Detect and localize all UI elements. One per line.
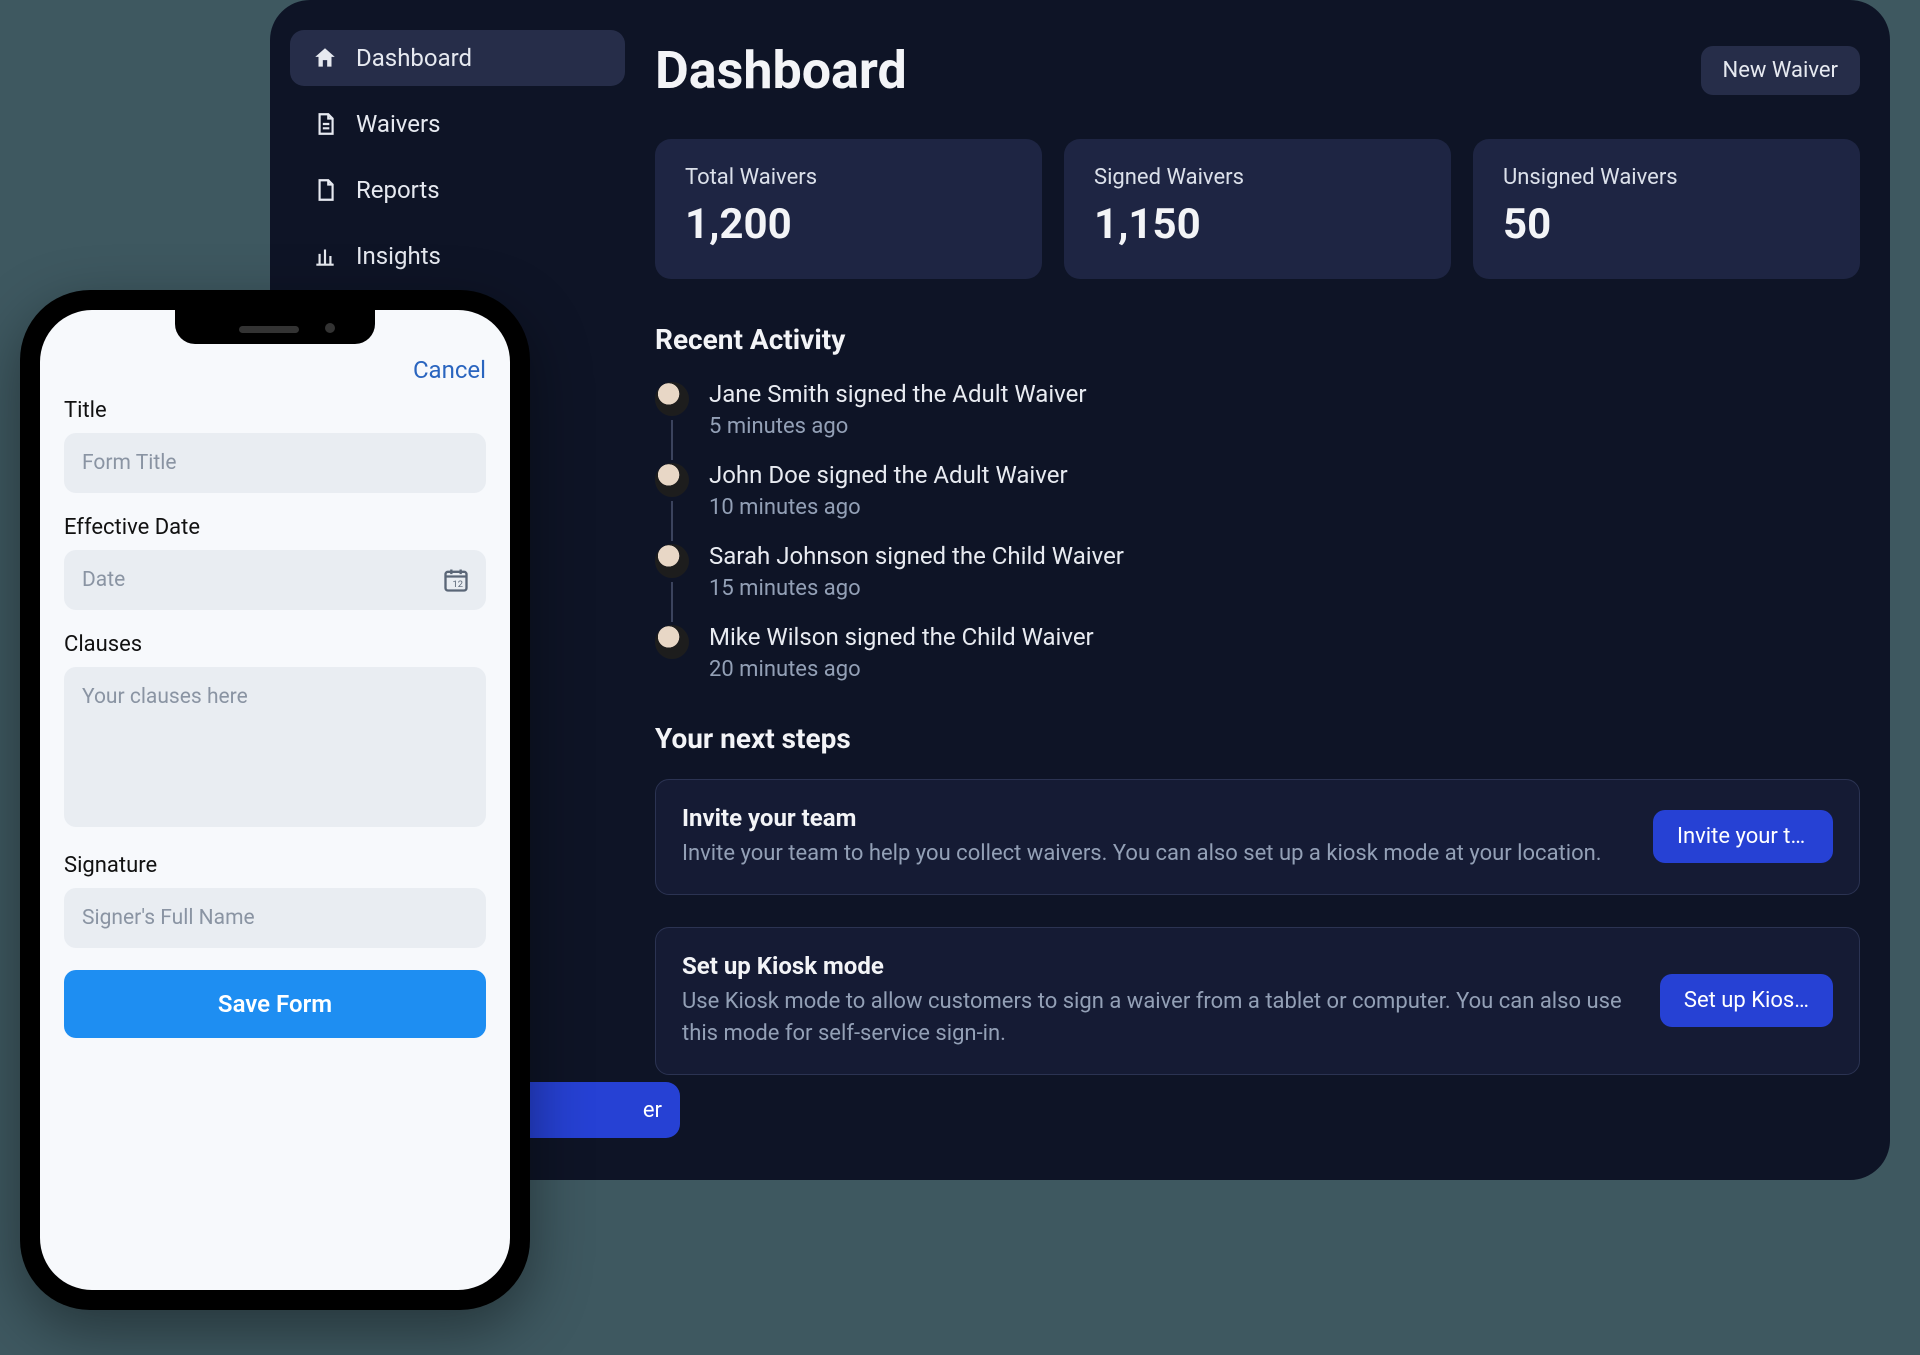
avatar [655,625,689,659]
title-field: Title [64,398,486,493]
stat-value: 50 [1503,200,1830,249]
sidebar-item-dashboard[interactable]: Dashboard [290,30,625,86]
timeline-connector [671,582,673,622]
step-title: Set up Kiosk mode [682,952,1640,980]
signature-field: Signature [64,853,486,948]
setup-kiosk-button[interactable]: Set up Kios… [1660,974,1833,1027]
date-input[interactable] [64,550,486,610]
phone-speaker [239,326,299,333]
page-title: Dashboard [655,40,907,101]
sidebar-item-waivers[interactable]: Waivers [290,96,625,152]
effective-date-field: Effective Date 12 [64,515,486,610]
avatar [655,463,689,497]
page-header: Dashboard New Waiver [655,40,1860,101]
activity-item: John Doe signed the Adult Waiver 10 minu… [655,461,1860,520]
file-icon [312,177,338,203]
partial-button-text: er [643,1098,662,1123]
calendar-icon[interactable]: 12 [442,566,470,594]
recent-activity-list: Jane Smith signed the Adult Waiver 5 min… [655,380,1860,682]
sidebar-item-label: Dashboard [356,44,472,72]
activity-text: Sarah Johnson signed the Child Waiver [709,542,1124,570]
activity-text: Jane Smith signed the Adult Waiver [709,380,1087,408]
clauses-label: Clauses [64,632,486,657]
stat-label: Unsigned Waivers [1503,165,1830,190]
activity-item: Sarah Johnson signed the Child Waiver 15… [655,542,1860,601]
sidebar-item-label: Waivers [356,110,441,138]
next-steps-title: Your next steps [655,722,1860,755]
title-input[interactable] [64,433,486,493]
timeline-connector [671,420,673,460]
title-label: Title [64,398,486,423]
stat-label: Total Waivers [685,165,1012,190]
sidebar-item-label: Insights [356,242,441,270]
activity-item: Mike Wilson signed the Child Waiver 20 m… [655,623,1860,682]
activity-time: 10 minutes ago [709,495,1068,520]
activity-time: 15 minutes ago [709,576,1124,601]
activity-text: John Doe signed the Adult Waiver [709,461,1068,489]
step-title: Invite your team [682,804,1633,832]
activity-time: 5 minutes ago [709,414,1087,439]
sidebar-item-label: Reports [356,176,440,204]
signature-input[interactable] [64,888,486,948]
step-invite-team: Invite your team Invite your team to hel… [655,779,1860,895]
recent-activity-title: Recent Activity [655,323,1860,356]
stats-row: Total Waivers 1,200 Signed Waivers 1,150… [655,139,1860,279]
activity-item: Jane Smith signed the Adult Waiver 5 min… [655,380,1860,439]
bar-chart-icon [312,243,338,269]
stat-total-waivers: Total Waivers 1,200 [655,139,1042,279]
stat-label: Signed Waivers [1094,165,1421,190]
stat-unsigned-waivers: Unsigned Waivers 50 [1473,139,1860,279]
activity-text: Mike Wilson signed the Child Waiver [709,623,1094,651]
sidebar-item-reports[interactable]: Reports [290,162,625,218]
step-kiosk-mode: Set up Kiosk mode Use Kiosk mode to allo… [655,927,1860,1075]
clauses-field: Clauses [64,632,486,831]
avatar [655,544,689,578]
signature-label: Signature [64,853,486,878]
cancel-button[interactable]: Cancel [413,356,486,384]
home-icon [312,45,338,71]
step-description: Invite your team to help you collect wai… [682,838,1633,870]
stat-signed-waivers: Signed Waivers 1,150 [1064,139,1451,279]
sidebar-item-insights[interactable]: Insights [290,228,625,284]
step-description: Use Kiosk mode to allow customers to sig… [682,986,1640,1050]
new-waiver-button[interactable]: New Waiver [1701,46,1860,95]
phone-camera [325,323,335,333]
effective-date-label: Effective Date [64,515,486,540]
stat-value: 1,200 [685,200,1012,249]
phone-mockup: Cancel Title Effective Date 12 Clauses S… [20,290,530,1310]
clauses-input[interactable] [64,667,486,827]
activity-time: 20 minutes ago [709,657,1094,682]
main-content: Dashboard New Waiver Total Waivers 1,200… [645,0,1890,1180]
avatar [655,382,689,416]
phone-screen: Cancel Title Effective Date 12 Clauses S… [40,310,510,1290]
invite-team-button[interactable]: Invite your team [1653,810,1833,863]
svg-text:12: 12 [453,579,464,590]
document-icon [312,111,338,137]
save-form-button[interactable]: Save Form [64,970,486,1038]
timeline-connector [671,501,673,541]
stat-value: 1,150 [1094,200,1421,249]
